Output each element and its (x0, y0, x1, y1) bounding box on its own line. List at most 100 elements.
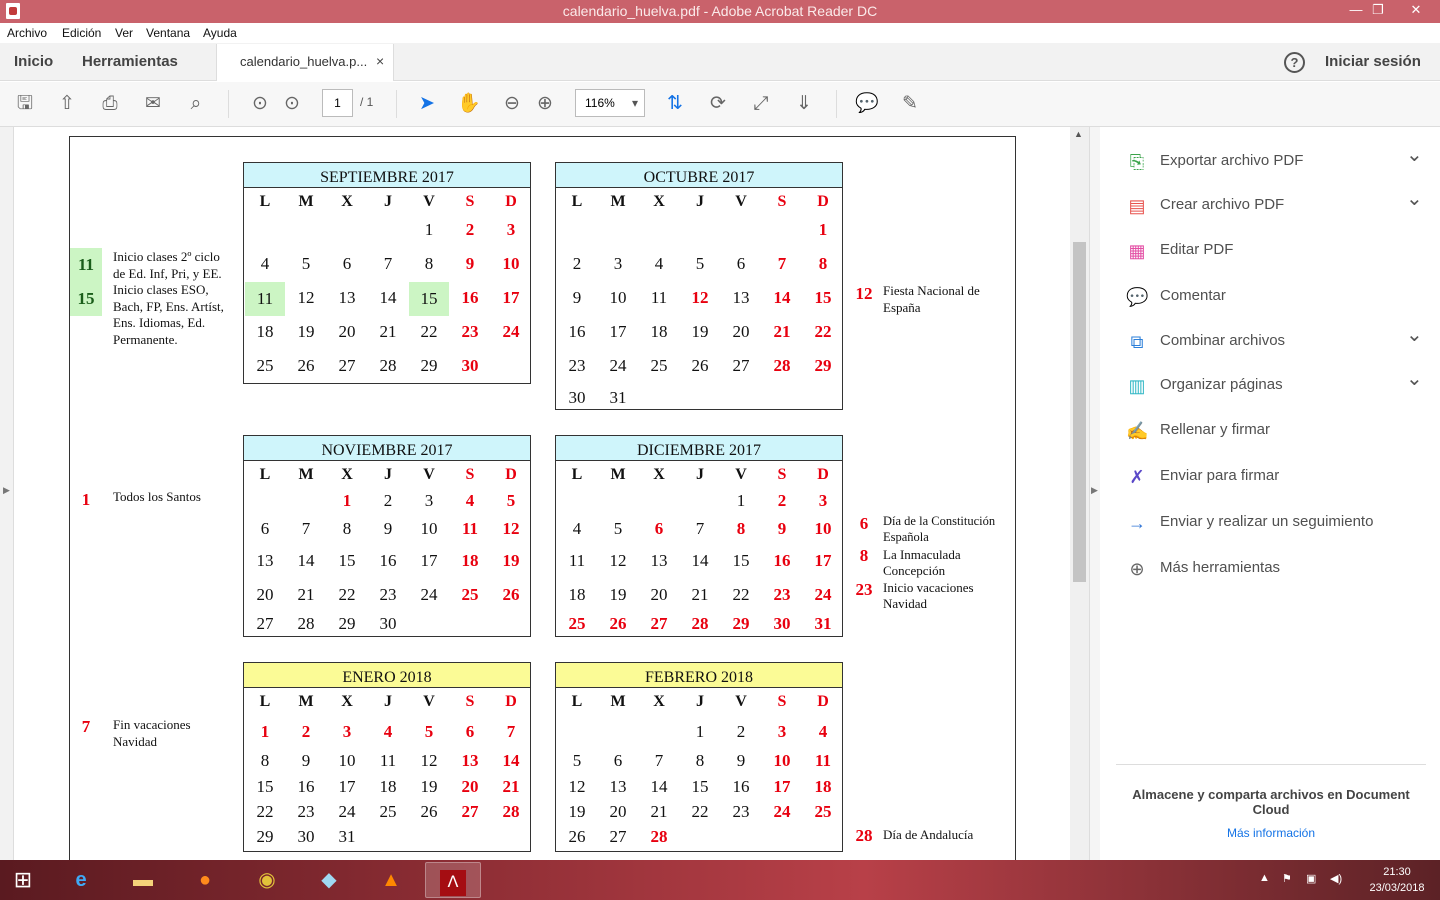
document-cloud-promo: Almacene y comparta archivos en Document… (1116, 764, 1426, 840)
tray-flag-icon[interactable]: ⚑ (1282, 872, 1292, 885)
file-explorer-icon[interactable]: ▬ (115, 862, 171, 898)
chrome-icon[interactable]: ◉ (239, 862, 295, 898)
full-screen-icon[interactable]: ⤢ (749, 92, 773, 116)
zoom-select[interactable]: 116% (575, 89, 645, 117)
tool-item[interactable]: ▦ Editar PDF (1100, 231, 1440, 271)
event-day-number: 8 (859, 546, 869, 565)
search-icon[interactable]: ⌕ (184, 92, 208, 116)
network-icon[interactable]: ▣ (1306, 872, 1316, 885)
menu-edicion[interactable]: Edición (62, 26, 101, 40)
comment-tool-icon[interactable]: 💬 (855, 92, 879, 116)
menu-ver[interactable]: Ver (115, 26, 133, 40)
calendar-day: 6 (736, 254, 746, 273)
calendar-day: 10 (773, 751, 791, 770)
tool-item[interactable]: ✗ Enviar para firmar (1100, 457, 1440, 497)
weekday-header: X (341, 193, 353, 210)
email-icon[interactable]: ✉ (141, 92, 165, 116)
tool-item[interactable]: ⧉ Combinar archivos ⌄ (1100, 322, 1440, 362)
document-viewer[interactable]: SEPTIEMBRE 2017 L M X J V S D 1 2 3 4 5 6 7 8 9 10 11 12 13 1… (0, 127, 1070, 860)
zoom-out-icon[interactable]: ⊖ (500, 92, 524, 116)
calendar-day: 1 (260, 722, 270, 741)
month-title: NOVIEMBRE 2017 (244, 436, 530, 461)
right-panel-toggle[interactable]: ▶ (1089, 127, 1100, 860)
left-panel-toggle[interactable]: ▶ (0, 127, 14, 860)
rotate-icon[interactable]: ⟳ (706, 92, 730, 116)
tray-expand-icon[interactable]: ▲ (1259, 872, 1270, 884)
tool-item[interactable]: ▥ Organizar páginas ⌄ (1100, 366, 1440, 406)
send-sign-icon: ✗ (1129, 467, 1145, 487)
acrobat-taskbar-icon[interactable]: ᐱ (425, 862, 481, 898)
next-page-icon[interactable]: ⊙ (280, 92, 304, 116)
weekday-header: J (384, 466, 392, 483)
calendar-day: 8 (695, 751, 705, 770)
scroll-mode-icon[interactable]: ⇓ (792, 92, 816, 116)
home-tab[interactable]: Inicio (14, 53, 53, 70)
calendar-day: 17 (338, 777, 356, 796)
maximize-button[interactable]: ❐ (1362, 0, 1394, 20)
calendar-day: 2 (572, 254, 582, 273)
tools-tab[interactable]: Herramientas (82, 53, 178, 70)
tool-item[interactable]: ▤ Crear archivo PDF ⌄ (1100, 186, 1440, 226)
calendar-day: 4 (654, 254, 664, 273)
page-number-input[interactable]: 1 (322, 89, 353, 117)
weekday-header: M (610, 693, 626, 710)
tool-item-label: Rellenar y firmar (1160, 421, 1271, 438)
tool-item[interactable]: ✍ Rellenar y firmar (1100, 411, 1440, 451)
tool-item[interactable]: 💬 Comentar (1100, 277, 1440, 317)
print-icon[interactable]: ⎙ (98, 92, 122, 116)
document-tab[interactable]: calendario_huelva.p... × (216, 44, 394, 81)
cloud-upload-icon[interactable]: ⇧ (55, 92, 79, 116)
start-button-icon[interactable]: ⊞ (0, 862, 46, 898)
vlc-icon[interactable]: ▲ (363, 862, 419, 898)
tool-item[interactable]: ⊕ Más herramientas (1100, 549, 1440, 589)
fit-page-icon[interactable]: ⇅ (663, 92, 687, 116)
sign-tool-icon[interactable]: ✎ (898, 92, 922, 116)
hand-tool-icon[interactable]: ✋ (457, 92, 481, 116)
menu-ventana[interactable]: Ventana (146, 26, 190, 40)
tool-item[interactable]: → Enviar y realizar un seguimiento (1100, 503, 1440, 543)
calendar-day: 3 (424, 491, 434, 510)
calendar-day: 9 (736, 751, 746, 770)
chevron-down-icon[interactable]: ⌄ (1406, 142, 1423, 167)
clock[interactable]: 21:30 23/03/2018 (1362, 864, 1432, 896)
menu-archivo[interactable]: Archivo (7, 26, 47, 40)
save-icon[interactable]: 🖫 (13, 92, 37, 116)
chevron-down-icon[interactable]: ⌄ (1406, 186, 1423, 211)
close-button[interactable]: ✕ (1400, 0, 1432, 20)
menu-ayuda[interactable]: Ayuda (203, 26, 237, 40)
weekday-header: V (735, 193, 747, 210)
calendar-day: 20 (461, 777, 479, 796)
close-tab-icon[interactable]: × (376, 53, 384, 69)
calendar-day: 15 (256, 777, 274, 796)
previous-page-icon[interactable]: ⊙ (248, 92, 272, 116)
internet-explorer-icon[interactable]: e (53, 862, 109, 898)
event-text-february: Día de Andalucía (883, 827, 974, 842)
calendar-day: 28 (297, 614, 315, 633)
calendar-day: 21 (379, 322, 397, 341)
scrollbar-thumb[interactable] (1073, 242, 1086, 582)
calendar-day: 16 (297, 777, 315, 796)
more-info-link[interactable]: Más información (1116, 826, 1426, 840)
help-icon[interactable]: ? (1284, 52, 1305, 73)
calendar-day: 25 (568, 614, 586, 633)
calendar-day: 7 (695, 519, 705, 538)
sign-in-link[interactable]: Iniciar sesión (1325, 53, 1421, 70)
chevron-down-icon[interactable]: ⌄ (1406, 366, 1423, 391)
tool-item-label: Comentar (1160, 287, 1226, 304)
calendar-day: 30 (568, 388, 586, 407)
calendar-day: 7 (301, 519, 311, 538)
select-cursor-icon[interactable]: ➤ (415, 92, 439, 116)
comment-icon: 💬 (1126, 287, 1149, 307)
calendar-day: 8 (424, 254, 434, 273)
calendar-day: 8 (736, 519, 746, 538)
firefox-icon[interactable]: ● (177, 862, 233, 898)
chevron-down-icon[interactable]: ⌄ (1406, 322, 1423, 347)
zoom-in-icon[interactable]: ⊕ (533, 92, 557, 116)
volume-icon[interactable]: ◀) (1330, 872, 1342, 885)
scroll-up-arrow-icon[interactable]: ▲ (1074, 129, 1083, 139)
notes-app-icon[interactable]: ◆ (301, 862, 357, 898)
calendar-day: 18 (461, 551, 479, 570)
tool-item[interactable]: ⎘ Exportar archivo PDF ⌄ (1100, 142, 1440, 182)
calendar-day: 16 (568, 322, 586, 341)
vertical-scrollbar[interactable]: ▲ ▼ (1070, 127, 1098, 860)
